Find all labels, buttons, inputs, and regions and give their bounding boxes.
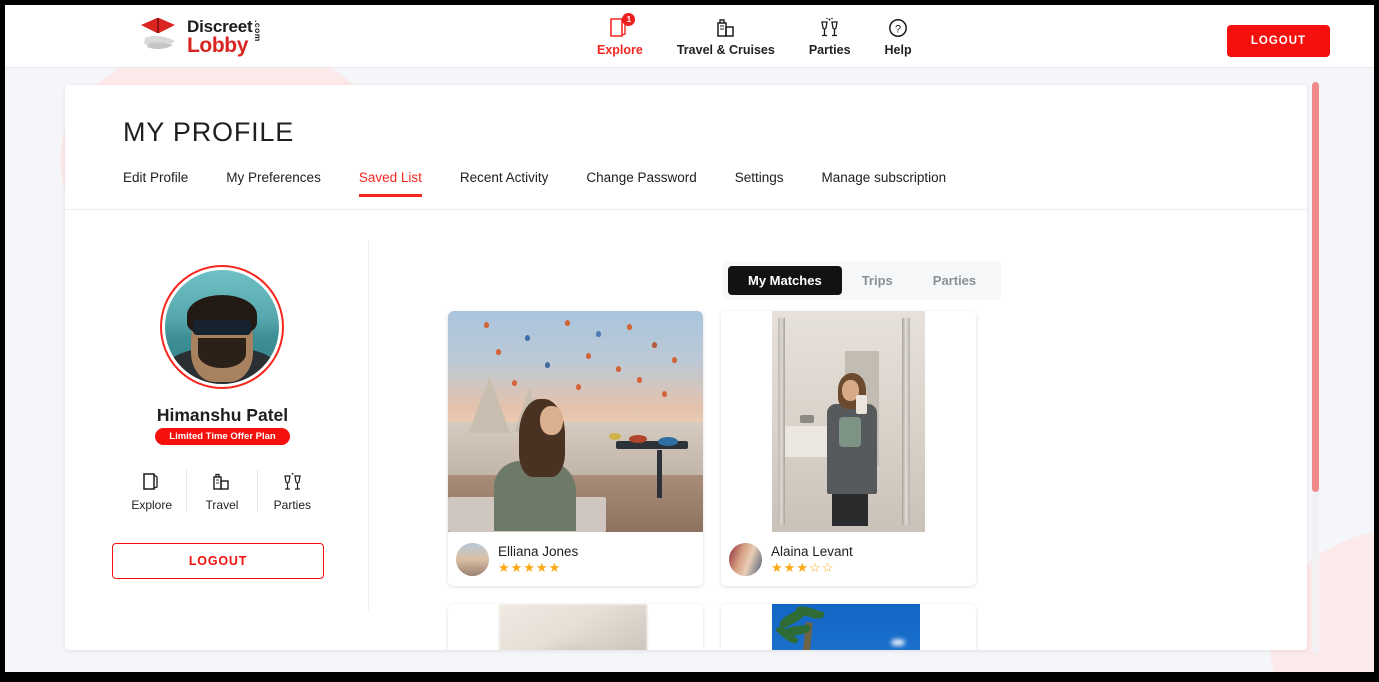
rating-stars: ★ ★ ★ ☆ ☆	[771, 561, 853, 574]
match-card[interactable]: Ala Siloch ★ ★ ★ ★ ★	[448, 604, 703, 650]
match-card-thumbnail	[729, 542, 762, 576]
letterbox-bottom	[0, 672, 1379, 682]
tab-settings[interactable]: Settings	[716, 170, 803, 197]
star-empty: ☆	[821, 560, 834, 575]
match-card[interactable]	[721, 604, 976, 650]
tab-saved-list[interactable]: Saved List	[340, 170, 441, 197]
star-filled: ★	[796, 560, 808, 575]
quick-link-label-explore: Explore	[131, 498, 172, 512]
tab-manage-subscription[interactable]: Manage subscription	[803, 170, 966, 197]
segment-trips[interactable]: Trips	[842, 266, 913, 295]
match-card-photo	[448, 604, 703, 650]
saved-list-segmented-control: My Matches Trips Parties	[723, 261, 1002, 300]
profile-quick-links: Explore Travel Parties	[117, 470, 327, 512]
logo-discreet-text: Discreet	[187, 16, 253, 36]
app-screen: Discreet Lobby .com 1 Explore Travel & C…	[0, 0, 1379, 682]
header-logout-button[interactable]: LOGOUT	[1227, 25, 1330, 57]
segment-parties[interactable]: Parties	[913, 266, 996, 295]
star-filled: ★	[510, 560, 523, 575]
quick-link-travel[interactable]: Travel	[186, 470, 256, 512]
profile-panel: MY PROFILE Edit Profile My Preferences S…	[65, 85, 1307, 650]
match-cards-grid: Elliana Jones ★ ★ ★ ★ ★ Alaina Levant ★ …	[448, 311, 1248, 650]
star-filled: ★	[523, 560, 535, 575]
match-card-thumbnail	[456, 542, 489, 576]
plan-badge-wrap: Limited Time Offer Plan	[130, 428, 315, 445]
nav-item-explore[interactable]: 1 Explore	[580, 13, 660, 57]
tab-my-preferences[interactable]: My Preferences	[207, 170, 340, 197]
quick-link-label-travel: Travel	[205, 498, 239, 512]
quick-link-parties[interactable]: Parties	[256, 470, 327, 512]
nav-item-parties[interactable]: Parties	[792, 15, 868, 57]
match-card-photo	[721, 604, 976, 650]
sidebar-divider	[368, 240, 369, 610]
star-filled: ★	[783, 560, 796, 575]
avatar-image	[165, 270, 279, 384]
sidebar-logout-button[interactable]: LOGOUT	[112, 543, 324, 579]
status-badge: Limited Time Offer Plan	[155, 428, 290, 445]
champagne-glasses-icon	[818, 15, 841, 40]
nav-label-help: Help	[884, 43, 912, 57]
nav-item-travel-cruises[interactable]: Travel & Cruises	[660, 15, 792, 57]
luggage-icon	[714, 15, 737, 40]
match-card-meta: Elliana Jones ★ ★ ★ ★ ★	[448, 532, 703, 586]
match-card[interactable]: Elliana Jones ★ ★ ★ ★ ★	[448, 311, 703, 586]
tab-edit-profile[interactable]: Edit Profile	[123, 170, 207, 197]
quick-link-explore[interactable]: Explore	[117, 470, 186, 512]
site-header: Discreet Lobby .com 1 Explore Travel & C…	[5, 5, 1374, 68]
quick-link-label-parties: Parties	[273, 498, 311, 512]
explore-badge-count: 1	[622, 13, 636, 26]
champagne-glasses-icon	[282, 470, 303, 494]
question-circle-icon: ?	[887, 15, 909, 40]
nav-label-parties: Parties	[808, 43, 851, 57]
avatar[interactable]	[160, 265, 284, 389]
nav-label-explore: Explore	[597, 43, 643, 57]
letterbox-left	[0, 0, 5, 682]
star-filled: ★	[548, 560, 561, 575]
logo-com-text: .com	[253, 19, 263, 42]
page-scrollbar-track[interactable]	[1312, 82, 1319, 654]
logo-lobby-text: Lobby	[187, 34, 248, 58]
site-logo[interactable]: Discreet Lobby .com	[135, 16, 263, 58]
nav-label-travel-cruises: Travel & Cruises	[676, 43, 775, 57]
star-empty: ☆	[808, 560, 821, 575]
logo-wordmark: Discreet Lobby .com	[187, 16, 263, 58]
sail-boat-logo-icon	[141, 18, 175, 50]
match-card[interactable]: Alaina Levant ★ ★ ★ ☆ ☆	[721, 311, 976, 586]
card-stack-icon	[142, 470, 161, 494]
tabs-divider	[65, 209, 1307, 210]
match-card-meta: Alaina Levant ★ ★ ★ ☆ ☆	[721, 532, 976, 586]
star-filled: ★	[771, 560, 783, 575]
match-card-name: Alaina Levant	[771, 544, 853, 559]
letterbox-top	[0, 0, 1379, 5]
page-title: MY PROFILE	[123, 117, 295, 147]
tab-change-password[interactable]: Change Password	[567, 170, 715, 197]
luggage-icon	[211, 470, 232, 494]
svg-text:?: ?	[895, 23, 901, 35]
rating-stars: ★ ★ ★ ★ ★	[498, 561, 578, 574]
nav-item-help[interactable]: ? Help	[868, 15, 929, 57]
star-filled: ★	[535, 560, 548, 575]
match-card-name: Elliana Jones	[498, 544, 579, 559]
main-nav: 1 Explore Travel & Cruises Parties ? Hel…	[580, 13, 929, 57]
page-scrollbar-thumb[interactable]	[1312, 82, 1319, 492]
match-card-photo	[721, 311, 976, 532]
profile-tabs: Edit Profile My Preferences Saved List R…	[123, 170, 965, 197]
tab-recent-activity[interactable]: Recent Activity	[441, 170, 568, 197]
letterbox-right	[1374, 0, 1379, 682]
segment-my-matches[interactable]: My Matches	[728, 266, 842, 295]
profile-name: Himanshu Patel	[156, 405, 289, 425]
match-card-photo	[448, 311, 703, 532]
star-filled: ★	[498, 560, 510, 575]
card-stack-icon: 1	[609, 13, 636, 40]
